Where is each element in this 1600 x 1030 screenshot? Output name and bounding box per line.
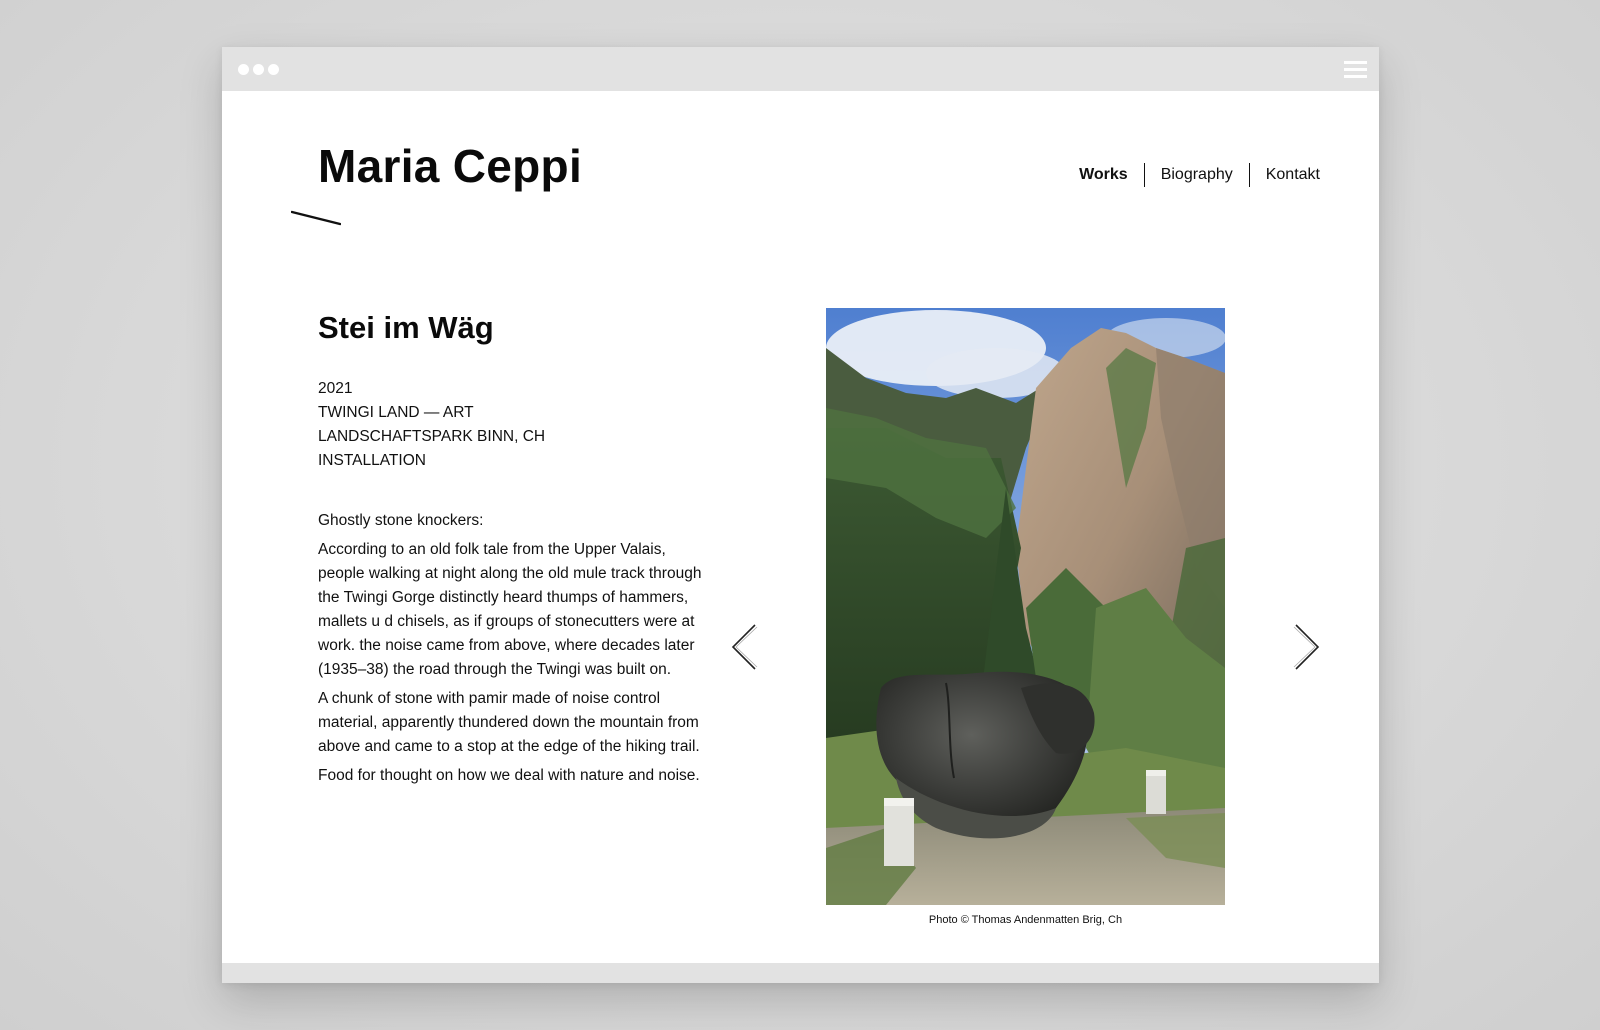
description-paragraph: A chunk of stone with pamir made of nois… (318, 690, 700, 755)
site-logo[interactable]: Maria Ceppi (318, 139, 582, 193)
window-bottombar (222, 963, 1379, 983)
nav-item-kontakt[interactable]: Kontakt (1250, 162, 1320, 188)
work-project: TWINGI LAND — ART (318, 404, 474, 421)
work-year: 2021 (318, 380, 353, 397)
work-description: Ghostly stone knockers: According to an … (318, 509, 713, 793)
browser-window: Maria Ceppi Works Biography Kontakt Stei… (222, 47, 1379, 983)
photo-landscape (826, 308, 1225, 905)
chevron-left-icon[interactable] (729, 622, 759, 672)
description-paragraph: According to an old folk tale from the U… (318, 541, 702, 678)
window-dot-minimize[interactable] (253, 64, 264, 75)
chevron-right-icon[interactable] (1292, 622, 1322, 672)
logo-dash-decoration (291, 210, 341, 226)
nav-item-works[interactable]: Works (1063, 162, 1144, 188)
main-nav: Works Biography Kontakt (1063, 162, 1320, 188)
work-meta: 2021 TWINGI LAND — ART LANDSCHAFTSPARK B… (318, 377, 545, 473)
nav-item-biography[interactable]: Biography (1145, 162, 1249, 188)
window-titlebar (222, 47, 1379, 91)
hamburger-menu-icon[interactable] (1344, 61, 1367, 78)
description-paragraph: Food for thought on how we deal with nat… (318, 767, 700, 784)
window-controls (238, 64, 279, 75)
description-intro: Ghostly stone knockers: (318, 512, 484, 529)
work-title: Stei im Wäg (318, 310, 494, 345)
photo-caption: Photo © Thomas Andenmatten Brig, Ch (928, 914, 1123, 926)
window-dot-close[interactable] (238, 64, 249, 75)
artwork-photo[interactable] (826, 308, 1225, 905)
work-type: INSTALLATION (318, 452, 426, 469)
work-location: LANDSCHAFTSPARK BINN, CH (318, 428, 546, 445)
window-dot-maximize[interactable] (268, 64, 279, 75)
